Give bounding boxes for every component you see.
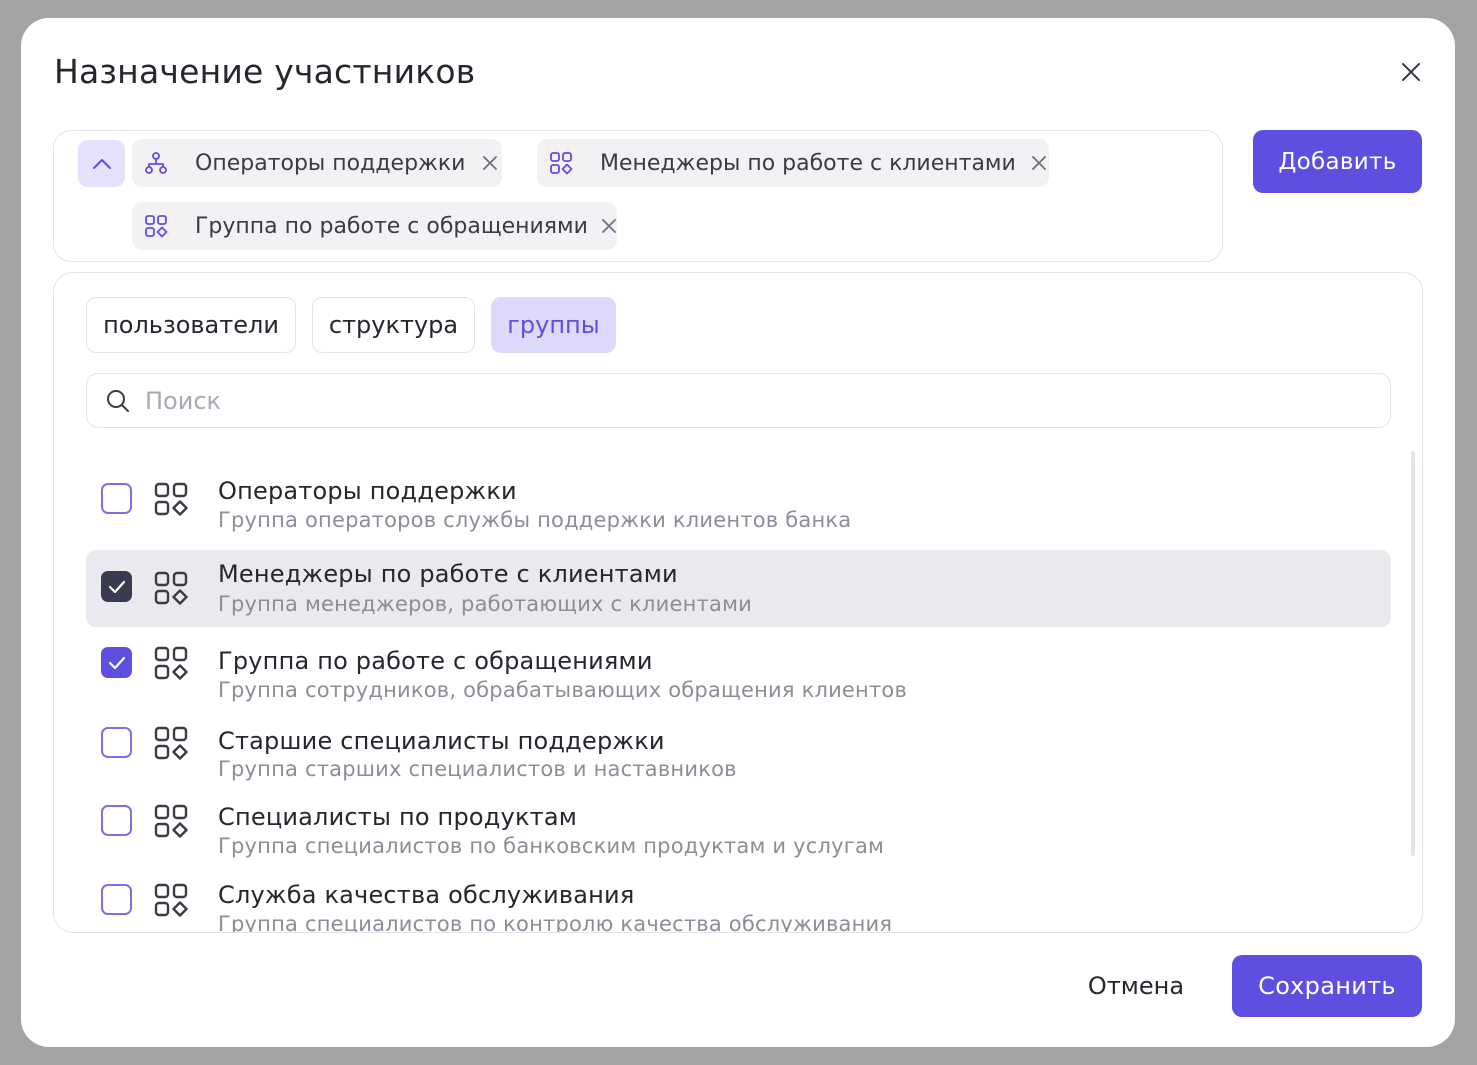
group-icon bbox=[154, 571, 188, 605]
participants-picker: пользователи структура группы Операторы … bbox=[53, 272, 1423, 933]
chip-label: Операторы поддержки bbox=[195, 150, 466, 176]
item-description: Группа сотрудников, обрабатывающих обращ… bbox=[218, 678, 908, 702]
remove-chip-button[interactable] bbox=[479, 152, 501, 174]
search-icon bbox=[107, 390, 129, 412]
list-item[interactable]: Служба качества обслуживания Группа спец… bbox=[86, 869, 1391, 933]
checkbox[interactable] bbox=[101, 727, 132, 758]
assign-members-dialog: Назначение участников Операторы поддержк… bbox=[21, 18, 1455, 1047]
org-structure-icon bbox=[144, 151, 168, 175]
close-icon bbox=[483, 156, 498, 170]
group-icon bbox=[154, 726, 188, 760]
tab-users[interactable]: пользователи bbox=[86, 297, 296, 353]
tab-groups[interactable]: группы bbox=[491, 297, 616, 353]
item-description: Группа старших специалистов и наставнико… bbox=[218, 757, 737, 781]
chevron-up-icon bbox=[92, 158, 111, 169]
selected-chip: Операторы поддержки bbox=[132, 139, 502, 187]
chip-label: Группа по работе с обращениями bbox=[195, 213, 588, 239]
cancel-button[interactable]: Отмена bbox=[1071, 955, 1201, 1017]
selected-chip: Менеджеры по работе с клиентами bbox=[537, 139, 1049, 187]
list-item[interactable]: Специалисты по продуктам Группа специали… bbox=[86, 791, 1391, 869]
item-description: Группа специалистов по банковским продук… bbox=[218, 834, 885, 858]
close-icon bbox=[1032, 156, 1047, 170]
list-scrollbar[interactable] bbox=[1411, 451, 1415, 856]
item-title: Операторы поддержки bbox=[218, 477, 517, 505]
item-title: Специалисты по продуктам bbox=[218, 803, 578, 831]
item-title: Менеджеры по работе с клиентами bbox=[218, 560, 678, 588]
search-field bbox=[86, 373, 1391, 428]
check-icon bbox=[108, 656, 125, 669]
selected-chip: Группа по работе с обращениями bbox=[132, 202, 617, 250]
checkbox[interactable] bbox=[101, 884, 132, 915]
close-icon bbox=[602, 219, 617, 233]
save-button[interactable]: Сохранить bbox=[1232, 955, 1422, 1017]
group-icon bbox=[154, 482, 188, 516]
list-item[interactable]: Старшие специалисты поддержки Группа ста… bbox=[86, 713, 1391, 791]
add-button[interactable]: Добавить bbox=[1253, 130, 1422, 193]
list-item[interactable]: Операторы поддержки Группа операторов сл… bbox=[86, 451, 1391, 532]
close-icon bbox=[1402, 63, 1420, 81]
list-item[interactable]: Группа по работе с обращениями Группа со… bbox=[86, 633, 1391, 713]
remove-chip-button[interactable] bbox=[602, 215, 617, 237]
list-item[interactable]: Менеджеры по работе с клиентами Группа м… bbox=[86, 550, 1391, 627]
checkbox[interactable] bbox=[101, 483, 132, 514]
group-icon bbox=[154, 804, 188, 838]
item-description: Группа операторов службы поддержки клиен… bbox=[218, 508, 852, 532]
checkbox[interactable] bbox=[101, 571, 132, 602]
search-input[interactable] bbox=[145, 382, 1345, 420]
selected-participants: Операторы поддержки Менеджеры по работе … bbox=[53, 130, 1223, 262]
checkbox[interactable] bbox=[101, 805, 132, 836]
item-title: Старшие специалисты поддержки bbox=[218, 727, 665, 755]
check-icon bbox=[108, 580, 125, 593]
checkbox[interactable] bbox=[101, 647, 132, 678]
chip-label: Менеджеры по работе с клиентами bbox=[600, 150, 1016, 176]
item-description: Группа специалистов по контролю качества… bbox=[218, 912, 893, 933]
remove-chip-button[interactable] bbox=[1030, 152, 1049, 174]
group-icon bbox=[549, 151, 573, 175]
group-icon bbox=[144, 214, 168, 238]
close-button[interactable] bbox=[1395, 56, 1427, 88]
tab-structure[interactable]: структура bbox=[312, 297, 475, 353]
item-description: Группа менеджеров, работающих с клиентам… bbox=[218, 592, 752, 616]
item-title: Группа по работе с обращениями bbox=[218, 647, 653, 675]
group-icon bbox=[154, 883, 188, 917]
dialog-title: Назначение участников bbox=[54, 52, 476, 91]
collapse-button[interactable] bbox=[78, 140, 125, 187]
group-icon bbox=[154, 646, 188, 680]
item-title: Служба качества обслуживания bbox=[218, 881, 635, 909]
